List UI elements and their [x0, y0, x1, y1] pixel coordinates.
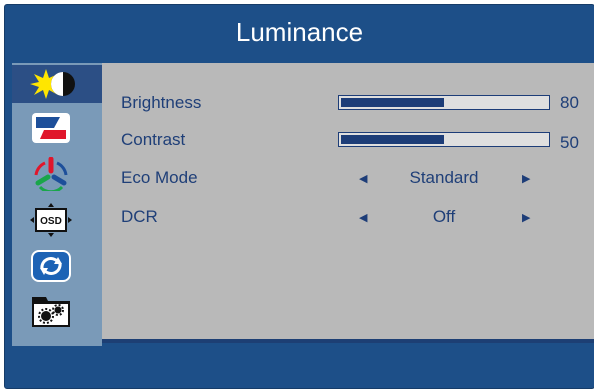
dcr-right-arrow[interactable]: ▶ — [522, 211, 530, 224]
brightness-label: Brightness — [121, 93, 202, 112]
sidebar-item-color-setup[interactable] — [12, 155, 102, 193]
eco-mode-left-arrow[interactable]: ◀ — [359, 172, 367, 185]
dcr-label: DCR — [121, 207, 158, 226]
image-setup-icon — [32, 113, 70, 143]
contrast-label: Contrast — [121, 130, 186, 149]
eco-mode-value[interactable]: Standard — [374, 168, 514, 188]
sidebar-item-reset[interactable] — [12, 247, 102, 285]
brightness-value: 80 — [560, 93, 579, 112]
contrast-value: 50 — [560, 133, 579, 152]
reset-icon — [31, 250, 71, 282]
dcr-value[interactable]: Off — [374, 207, 514, 227]
eco-mode-right-arrow[interactable]: ▶ — [522, 172, 530, 185]
sidebar: OSD — [12, 63, 102, 346]
contrast-slider-fill — [341, 135, 444, 144]
sidebar-item-extra-settings[interactable] — [12, 293, 102, 331]
dcr-left-arrow[interactable]: ◀ — [359, 211, 367, 224]
extra-settings-icon — [32, 297, 70, 327]
osd-menu: Luminance OSD Brightness 80 Contrast 50 … — [4, 4, 594, 389]
contrast-slider[interactable] — [338, 132, 550, 147]
brightness-slider-fill — [341, 98, 444, 107]
osd-setup-icon: OSD — [30, 203, 72, 237]
menu-title: Luminance — [235, 17, 364, 47]
color-setup-icon — [34, 157, 68, 191]
eco-mode-label: Eco Mode — [121, 168, 198, 187]
sidebar-item-osd-setup[interactable]: OSD — [12, 201, 102, 239]
settings-panel: Brightness 80 Contrast 50 Eco Mode ◀ Sta… — [102, 63, 594, 339]
luminance-icon — [30, 69, 75, 99]
brightness-slider[interactable] — [338, 95, 550, 110]
content-bottom-divider — [102, 339, 594, 343]
svg-text:OSD: OSD — [40, 216, 62, 227]
sidebar-item-luminance[interactable] — [12, 65, 102, 103]
sidebar-item-image-setup[interactable] — [12, 109, 102, 147]
